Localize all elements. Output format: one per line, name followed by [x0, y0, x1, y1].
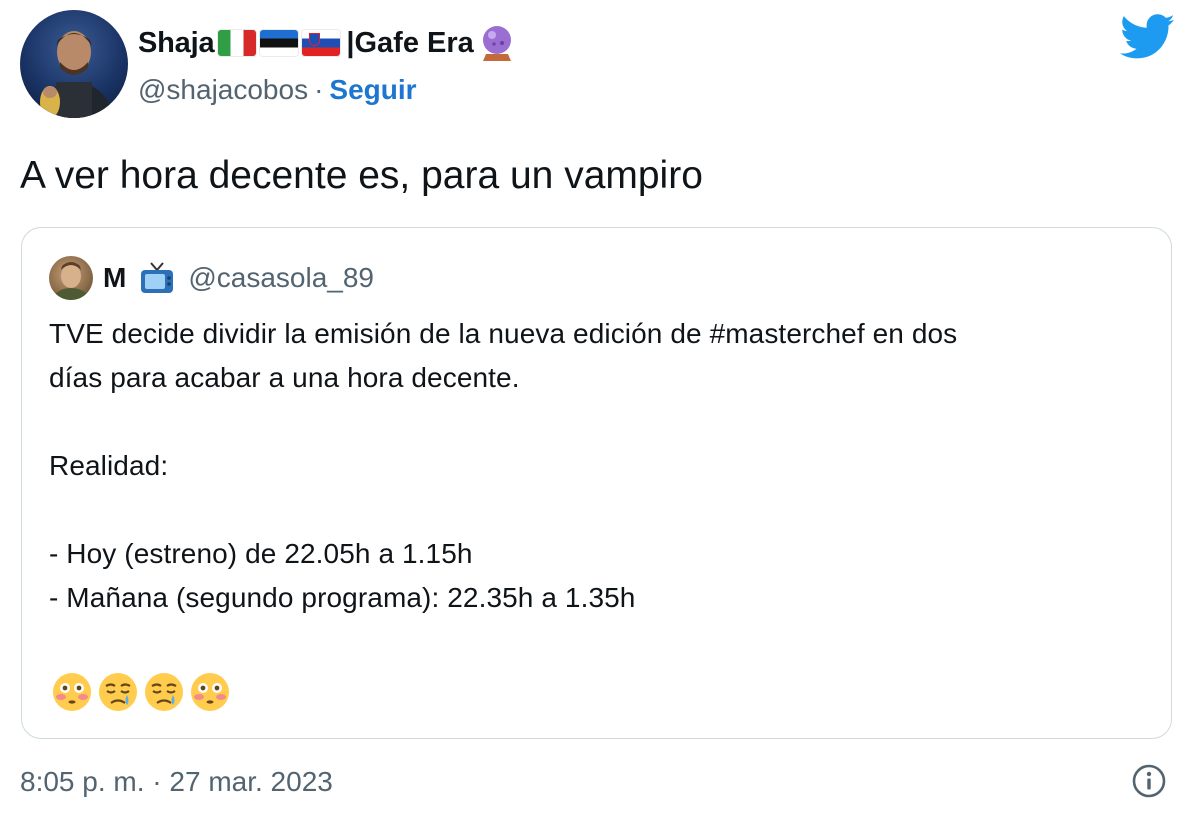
sad-relieved-face-icon [99, 673, 137, 711]
flag-slovenia-icon [302, 30, 341, 56]
quoted-tweet-text: TVE decide dividir la emisión de la nuev… [49, 312, 1149, 664]
meta-separator: · [314, 74, 324, 105]
quoted-author-name: M [103, 262, 127, 293]
twitter-logo-icon[interactable] [1120, 14, 1176, 60]
flushed-face-icon [191, 673, 229, 711]
author-name[interactable]: Shaja [138, 27, 215, 60]
follow-button[interactable]: Seguir [329, 74, 416, 106]
tweet-text: A ver hora decente es, para un vampiro [20, 154, 703, 197]
quoted-line: TVE decide dividir la emisión de la nuev… [49, 318, 958, 349]
quoted-line: Realidad: [49, 450, 169, 481]
quoted-emoji-row [51, 671, 231, 715]
quoted-author-handle: @casasola_89 [188, 262, 374, 293]
author-avatar[interactable] [20, 10, 128, 118]
quoted-tweet[interactable]: M @casasola_89 TVE decide dividir la emi… [21, 227, 1172, 739]
sad-relieved-face-icon [145, 673, 183, 711]
author-name-row[interactable]: Shaja |Gafe Era [138, 20, 514, 66]
quoted-tweet-header: M @casasola_89 [49, 254, 374, 302]
author-handle[interactable]: @shajacobos [138, 74, 308, 106]
info-icon[interactable] [1130, 762, 1168, 800]
flag-estonia-icon [260, 30, 299, 56]
flushed-face-icon [53, 673, 91, 711]
quoted-author-avatar [49, 256, 93, 300]
quoted-blank-line [49, 620, 1149, 664]
crystal-ball-icon [480, 24, 514, 62]
author-meta-row: @shajacobos · Seguir [138, 70, 417, 110]
author-name-suffix[interactable]: |Gafe Era [346, 27, 473, 60]
quoted-blank-line [49, 488, 1149, 532]
quoted-blank-line [49, 400, 1149, 444]
tv-icon [141, 262, 174, 293]
quoted-line: días para acabar a una hora decente. [49, 362, 520, 393]
quoted-line: - Hoy (estreno) de 22.05h a 1.15h [49, 538, 473, 569]
tweet-card: Shaja |Gafe Era @shajacobos · Seguir A v… [0, 0, 1200, 826]
tweet-timestamp[interactable]: 8:05 p. m. · 27 mar. 2023 [20, 760, 333, 804]
quoted-line: - Mañana (segundo programa): 22.35h a 1.… [49, 582, 636, 613]
flag-italy-icon [218, 30, 257, 56]
